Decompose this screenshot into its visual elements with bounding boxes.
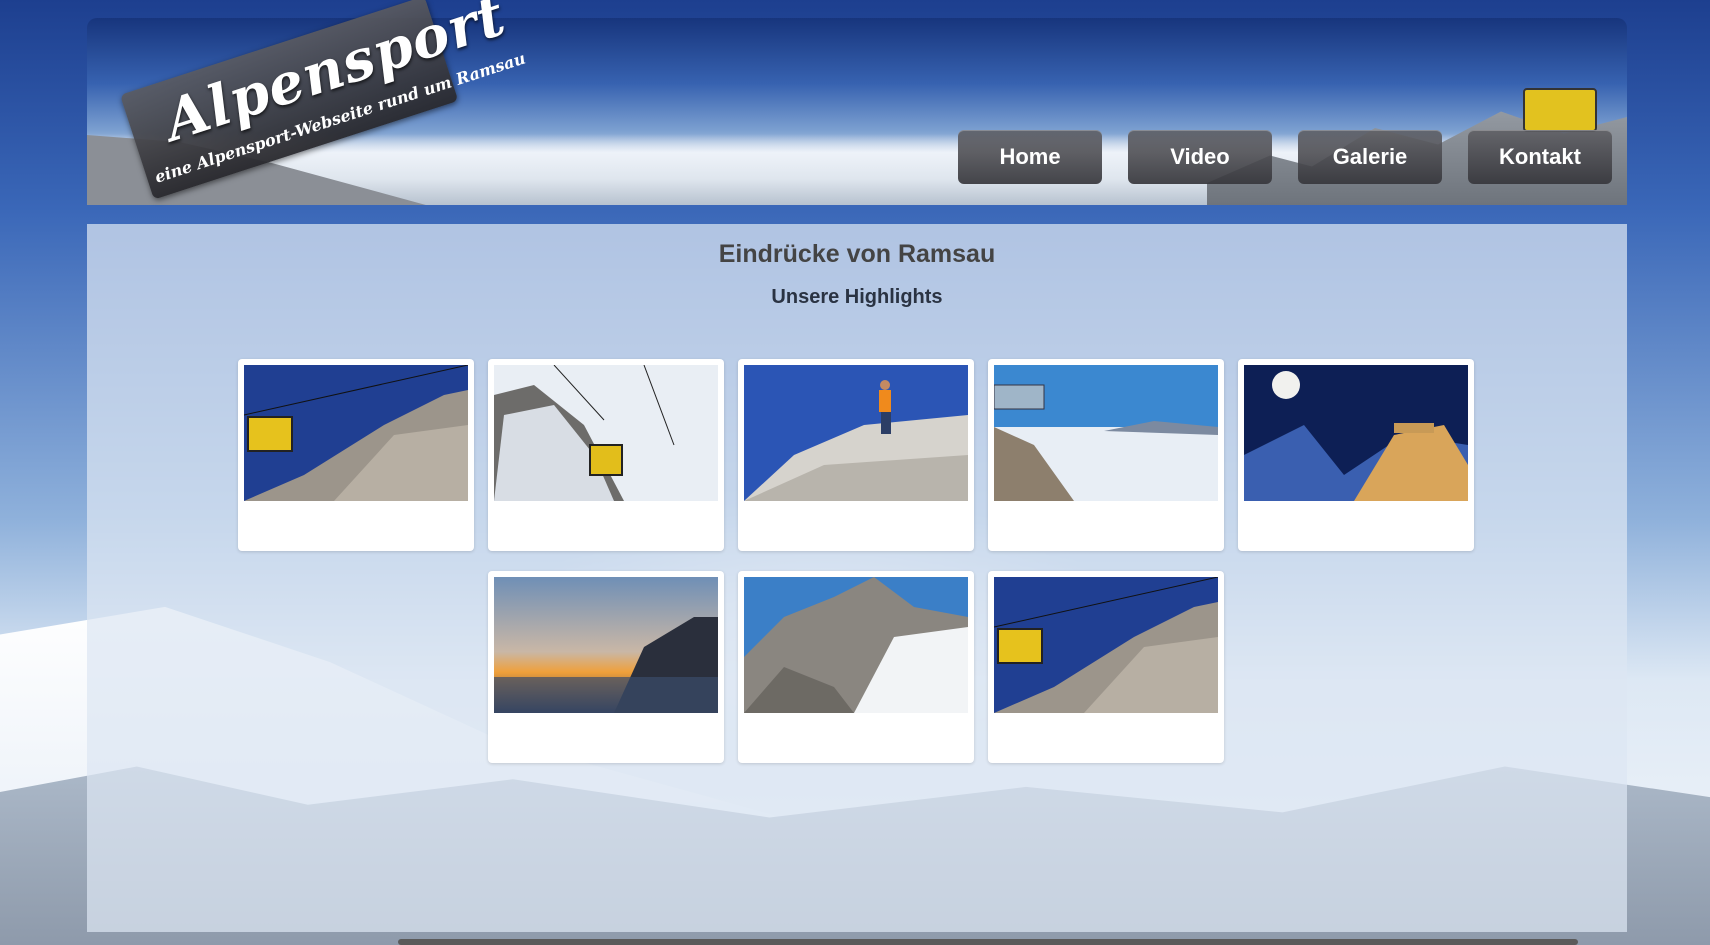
gallery-card-6[interactable] <box>488 571 724 763</box>
gallery-card-7[interactable] <box>738 571 974 763</box>
horizontal-scrollbar[interactable] <box>398 939 1578 945</box>
skywalk-platform-photo <box>994 365 1218 501</box>
climber-summit-photo <box>744 365 968 501</box>
cable-car-rock-photo <box>994 577 1218 713</box>
nav-kontakt[interactable]: Kontakt <box>1468 130 1612 184</box>
nav-video[interactable]: Video <box>1128 130 1272 184</box>
gallery-card-4[interactable] <box>988 359 1224 551</box>
gallery-card-2[interactable] <box>488 359 724 551</box>
gallery-card-8[interactable] <box>988 571 1224 763</box>
gallery-card-1[interactable] <box>238 359 474 551</box>
gallery-card-3[interactable] <box>738 359 974 551</box>
sunset-valley-photo <box>494 577 718 713</box>
page-subtitle: Unsere Highlights <box>771 286 943 308</box>
page-title: Eindrücke von Ramsau <box>718 240 996 268</box>
nav-galerie[interactable]: Galerie <box>1298 130 1442 184</box>
moon-night-peak-photo <box>1244 365 1468 501</box>
main-navigation: Home Video Galerie Kontakt <box>958 130 1612 184</box>
nav-home[interactable]: Home <box>958 130 1102 184</box>
content-panel: Eindrücke von Ramsau Unsere Highlights <box>87 224 1627 932</box>
cable-car-icon <box>1523 88 1597 132</box>
gallery-card-5[interactable] <box>1238 359 1474 551</box>
glacier-station-photo <box>744 577 968 713</box>
gondola-fog-photo <box>494 365 718 501</box>
cable-car-rock-photo <box>244 365 468 501</box>
